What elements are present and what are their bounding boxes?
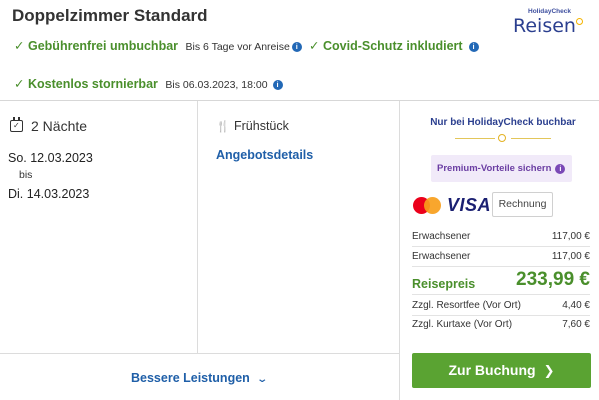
feature-umbuchbar: ✓ Gebührenfrei umbuchbar Bis 6 Tage vor A… xyxy=(14,39,314,55)
holidaycheck-reisen-logo: HolidayCheck Reisen xyxy=(513,8,583,37)
extra-fee-value: 4,40 € xyxy=(562,300,590,311)
better-services-toggle[interactable]: Bessere Leistungen ⌄ xyxy=(131,371,268,385)
better-services-label: Bessere Leistungen xyxy=(131,371,250,385)
extra-fee-value: 7,60 € xyxy=(562,319,590,330)
info-icon[interactable]: i xyxy=(555,164,566,174)
feature-label: Kostenlos stornierbar xyxy=(28,77,158,91)
total-price-value: 233,99 € xyxy=(516,269,590,290)
footer-divider xyxy=(0,353,399,354)
cutlery-icon: 🍴 xyxy=(216,121,230,133)
feature-label: Covid-Schutz inkludiert xyxy=(323,39,463,53)
info-icon[interactable]: i xyxy=(468,42,479,52)
column-divider xyxy=(399,101,400,400)
date-separator: bis xyxy=(19,169,33,181)
feature-detail: Bis 6 Tage vor Anreise xyxy=(185,41,290,53)
sun-icon xyxy=(576,18,583,25)
price-line-value: 117,00 € xyxy=(551,251,590,262)
offer-header: Doppelzimmer Standard HolidayCheck Reise… xyxy=(0,0,599,100)
price-line-value: 117,00 € xyxy=(551,231,590,242)
sun-icon xyxy=(498,134,506,142)
nights-label: 2 Nächte xyxy=(31,118,88,134)
feature-label: Gebührenfrei umbuchbar xyxy=(28,39,179,53)
board-type: 🍴 Frühstück xyxy=(216,119,289,133)
extra-fee-line: Zzgl. Resortfee (Vor Ort) 4,40 € xyxy=(412,300,590,311)
nights-count: ✓ 2 Nächte xyxy=(10,117,88,134)
visa-logo: VISA xyxy=(447,195,492,215)
check-icon: ✓ xyxy=(14,39,25,53)
logo-main-text: Reisen xyxy=(513,15,576,37)
premium-benefits-badge[interactable]: Premium-Vorteile sichern i xyxy=(431,155,572,182)
calendar-icon: ✓ xyxy=(10,117,23,132)
room-title: Doppelzimmer Standard xyxy=(12,6,208,25)
extra-fee-line: Zzgl. Kurtaxe (Vor Ort) 7,60 € xyxy=(412,319,590,330)
ornament-line xyxy=(455,137,495,139)
premium-label: Premium-Vorteile sichern xyxy=(437,163,552,174)
info-icon[interactable]: i xyxy=(291,42,302,52)
ornament-line xyxy=(511,137,551,139)
exclusive-label: Nur bei HolidayCheck buchbar xyxy=(430,117,576,128)
check-icon: ✓ xyxy=(309,39,320,53)
invoice-payment-badge: Rechnung xyxy=(492,192,553,217)
price-separator xyxy=(412,294,590,295)
chevron-down-icon: ⌄ xyxy=(256,374,268,385)
extra-fee-label: Zzgl. Resortfee (Vor Ort) xyxy=(412,300,521,311)
extra-fee-label: Zzgl. Kurtaxe (Vor Ort) xyxy=(412,319,513,330)
book-now-label: Zur Buchung xyxy=(448,362,536,378)
column-divider xyxy=(197,101,198,353)
book-now-button[interactable]: Zur Buchung ❯ xyxy=(412,353,591,388)
ornament-divider xyxy=(455,134,551,142)
chevron-right-icon: ❯ xyxy=(543,363,555,378)
price-separator xyxy=(412,246,590,247)
check-icon: ✓ xyxy=(14,77,25,91)
offer-details-link[interactable]: Angebotsdetails xyxy=(216,148,313,162)
info-icon[interactable]: i xyxy=(272,80,283,90)
total-price-label: Reisepreis xyxy=(412,277,476,291)
price-separator xyxy=(412,266,590,267)
feature-storno: ✓ Kostenlos stornierbar Bis 06.03.2023, 1… xyxy=(14,77,283,93)
logo-top-text: HolidayCheck xyxy=(528,8,571,15)
board-label: Frühstück xyxy=(234,119,289,133)
price-line-label: Erwachsener xyxy=(412,231,471,242)
checkout-date: Di. 14.03.2023 xyxy=(8,187,90,201)
header-divider xyxy=(0,100,599,101)
price-line-label: Erwachsener xyxy=(412,251,471,262)
price-line: Erwachsener 117,00 € xyxy=(412,251,590,262)
price-separator xyxy=(412,315,590,316)
feature-covid: ✓ Covid-Schutz inkludiert i xyxy=(309,39,479,54)
checkin-date: So. 12.03.2023 xyxy=(8,151,93,165)
price-line: Erwachsener 117,00 € xyxy=(412,231,590,242)
feature-detail: Bis 06.03.2023, 18:00 xyxy=(165,79,268,91)
mastercard-icon xyxy=(413,197,441,214)
